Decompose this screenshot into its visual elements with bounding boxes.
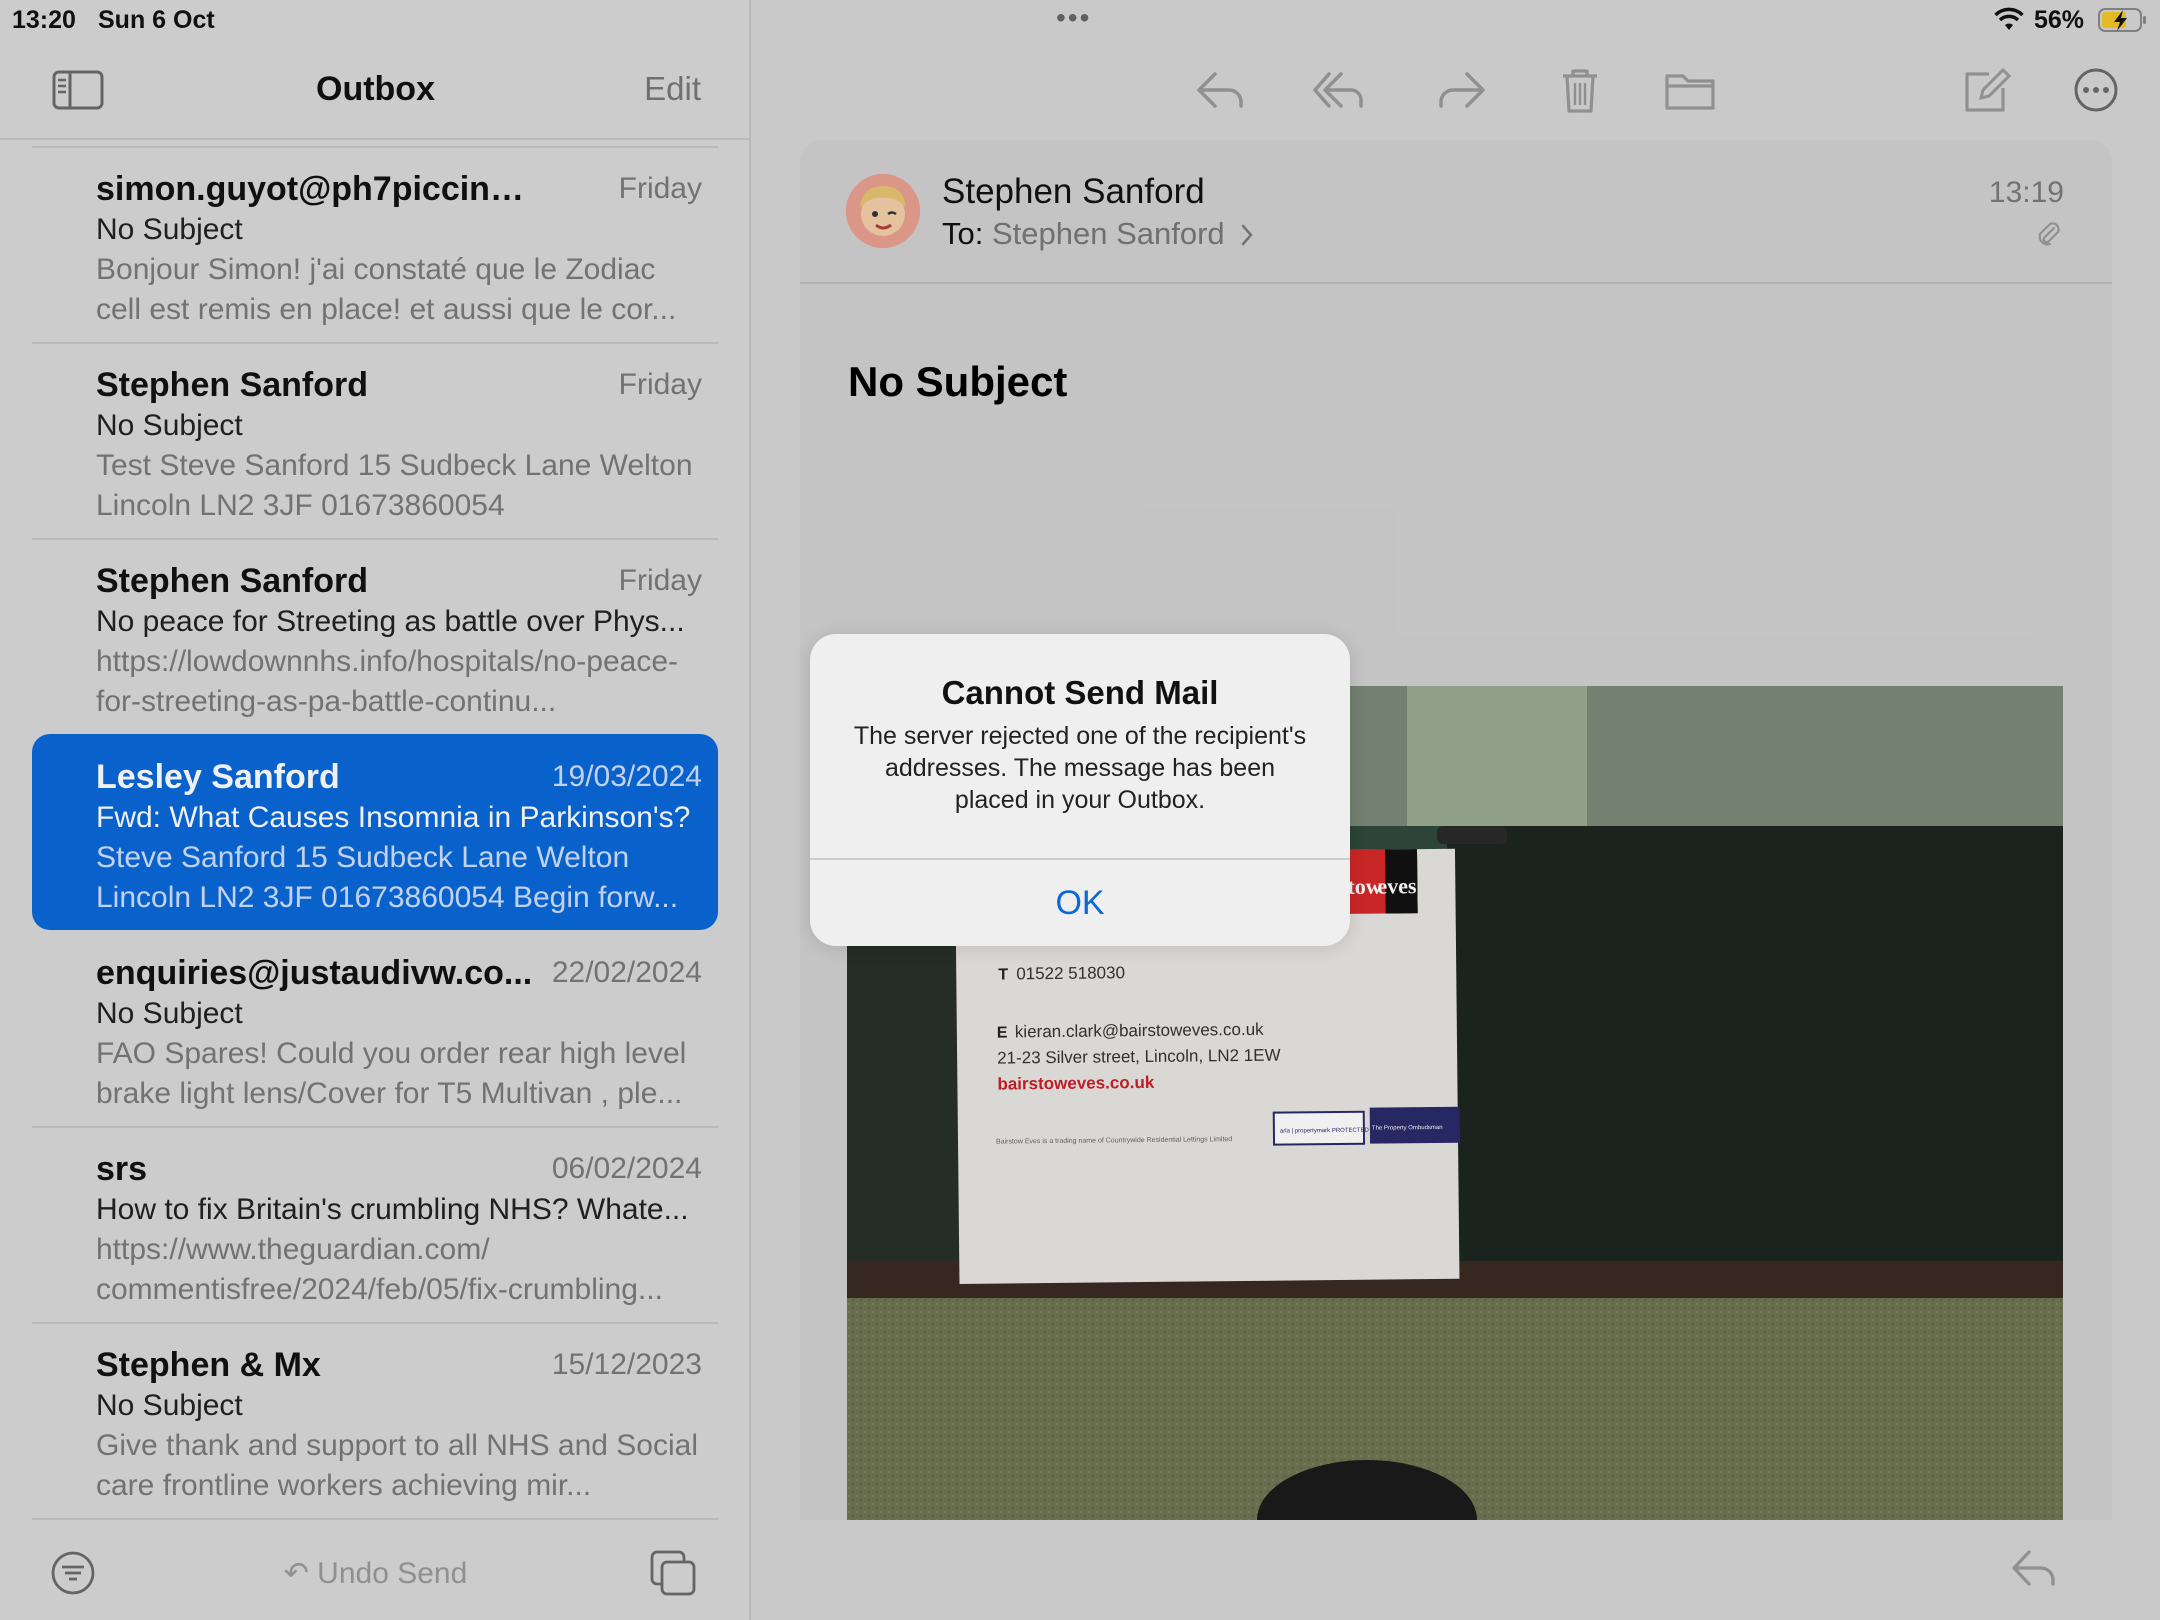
list-item-sender: Lesley Sanford [96, 758, 340, 796]
list-item-subject: No Subject [96, 409, 243, 442]
list-item-preview: Bonjour Simon! j'ai constaté que le Zodi… [96, 253, 677, 326]
list-item-sender: Stephen Sanford [96, 562, 369, 600]
undo-send-label: Undo Send [317, 1557, 468, 1590]
list-item-date: Friday [618, 564, 702, 597]
status-time: 13:20 [12, 6, 76, 34]
list-item[interactable]: srs 06/02/2024 How to fix Britain's crum… [32, 1126, 718, 1322]
mailbox-title: Outbox [316, 70, 435, 108]
message-time: 13:19 [1988, 176, 2064, 209]
card-badge-arla: arla | propertymark PROTECTED [1280, 1128, 1370, 1135]
list-item[interactable]: simon.guyot@ph7piccines.com Friday No Su… [32, 146, 718, 342]
stack-icon[interactable] [648, 1548, 698, 1598]
list-item-subject: No Subject [96, 997, 243, 1030]
cannot-send-alert: Cannot Send Mail The server rejected one… [810, 634, 1350, 946]
folder-icon[interactable] [1663, 66, 1717, 114]
battery-charging-icon [2098, 8, 2146, 32]
card-address: 21-23 Silver street, Lincoln, LN2 1EW [997, 1046, 1281, 1068]
chevron-right-icon [1242, 224, 1253, 246]
card-email-label: E [997, 1024, 1008, 1041]
forward-icon[interactable] [1435, 66, 1489, 114]
to-label: To: [942, 216, 984, 251]
mail-list: simon.guyot@ph7piccines.com Friday No Su… [32, 146, 718, 1520]
list-item[interactable]: Stephen Sanford Friday No peace for Stre… [32, 538, 718, 734]
card-website: bairstoweves.co.uk [997, 1073, 1155, 1094]
undo-arrow-icon: ↶ [283, 1557, 318, 1590]
reply-all-icon[interactable] [1311, 66, 1365, 114]
multitasking-dots[interactable]: ••• [1056, 4, 1091, 32]
paperclip-icon [2038, 222, 2060, 246]
list-item-date: 15/12/2023 [551, 1348, 702, 1381]
card-phone-label: T [998, 966, 1008, 983]
list-item-preview: https://lowdownnhs.info/hospitals/no-pea… [96, 645, 679, 718]
message-toolbar [753, 40, 2160, 140]
mailbox-sidebar: Outbox Edit simon.guyot@ph7piccines.com … [0, 0, 751, 1620]
list-item-sender: srs [96, 1150, 148, 1188]
list-item-sender: Stephen & Mx [96, 1346, 321, 1384]
card-phone: 01522 518030 [1016, 963, 1125, 983]
sidebar-bottom-bar: ↶ Undo Send [0, 1520, 751, 1620]
message-bottom-bar [753, 1520, 2160, 1620]
alert-title: Cannot Send Mail [941, 674, 1219, 711]
reply-icon[interactable] [2009, 1546, 2059, 1590]
alert-message: The server rejected one of the recipient… [853, 722, 1307, 814]
more-icon[interactable] [2069, 66, 2123, 114]
card-brand-right: eves [1377, 873, 1417, 898]
sidebar-header: Outbox Edit [0, 40, 751, 140]
list-item-preview: FAO Spares! Could you order rear high le… [96, 1037, 687, 1110]
recipient-line[interactable]: To: Stephen Sanford [942, 216, 1255, 252]
avatar[interactable] [846, 174, 920, 248]
list-item-selected[interactable]: Lesley Sanford 19/03/2024 Fwd: What Caus… [32, 734, 718, 930]
list-item-sender: simon.guyot@ph7piccines.com [96, 170, 536, 208]
list-item-date: 19/03/2024 [551, 760, 702, 793]
compose-icon[interactable] [1959, 66, 2013, 114]
card-badge-ombudsman: The Property Ombudsman [1372, 1125, 1443, 1132]
list-item-subject: Fwd: What Causes Insomnia in Parkinson's… [96, 801, 691, 834]
message-subject: No Subject [848, 358, 1068, 405]
list-item-date: Friday [618, 172, 702, 205]
status-bar: 13:20 Sun 6 Oct ••• 56% [0, 0, 2160, 40]
list-item-date: 06/02/2024 [551, 1152, 702, 1185]
list-item-subject: No peace for Streeting as battle over Ph… [96, 605, 685, 638]
list-item-subject: No Subject [96, 213, 243, 246]
edit-button[interactable]: Edit [644, 70, 701, 108]
list-item[interactable]: Stephen & Mx 15/12/2023 No Subject Give … [32, 1322, 718, 1520]
wifi-icon [1994, 7, 2024, 30]
list-item-date: Friday [618, 368, 702, 401]
list-item-sender: Stephen Sanford [96, 366, 369, 404]
list-item-preview: Give thank and support to all NHS and So… [96, 1429, 699, 1502]
recipient-name: Stephen Sanford [991, 216, 1225, 251]
ok-button[interactable]: OK [810, 860, 1350, 946]
status-date: Sun 6 Oct [98, 6, 215, 34]
list-item-subject: How to fix Britain's crumbling NHS? What… [96, 1193, 689, 1226]
undo-send-button[interactable]: ↶ Undo Send [0, 1556, 751, 1591]
card-email: kieran.clark@bairstoweves.co.uk [1015, 1020, 1264, 1042]
list-item-date: 22/02/2024 [551, 956, 702, 989]
list-item-preview: https://www.theguardian.com/ commentisfr… [96, 1233, 663, 1306]
list-item-preview: Test Steve Sanford 15 Sudbeck Lane Welto… [96, 449, 693, 522]
list-item-subject: No Subject [96, 1389, 243, 1422]
message-header: Stephen Sanford To: Stephen Sanford 13:1… [800, 140, 2112, 284]
reply-icon[interactable] [1193, 66, 1247, 114]
list-item[interactable]: enquiries@justaudivw.co... 22/02/2024 No… [32, 930, 718, 1126]
list-item-sender: enquiries@justaudivw.co... [96, 954, 533, 992]
battery-percent: 56% [2034, 6, 2085, 34]
trash-icon[interactable] [1553, 66, 1607, 114]
list-item-preview: Steve Sanford 15 Sudbeck Lane Welton Lin… [96, 841, 679, 914]
list-item[interactable]: Stephen Sanford Friday No Subject Test S… [32, 342, 718, 538]
sender-name[interactable]: Stephen Sanford [942, 172, 1205, 212]
avatar-memoji [846, 174, 920, 248]
